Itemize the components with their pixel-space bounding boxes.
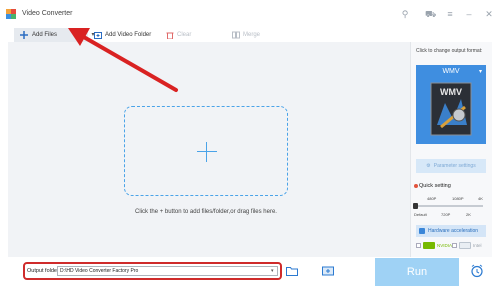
format-panel-label: Click to change output format: [416,48,483,54]
svg-text:WMV: WMV [440,87,462,97]
tick-label: 720P [441,212,451,217]
checkbox-icon [419,228,425,234]
merge-icon [232,31,240,39]
parameter-settings-label: Parameter settings [433,163,476,169]
hardware-acceleration-label: Hardware acceleration [428,228,479,234]
alarm-clock-icon[interactable] [470,264,484,278]
add-plus-icon [197,151,217,152]
intel-option[interactable]: Intel [452,240,482,251]
key-icon[interactable]: ⚲ [400,9,410,19]
quick-setting-indicator [414,184,418,188]
checkbox[interactable] [452,243,457,248]
tick-label: 4K [478,196,483,201]
chevron-down-icon[interactable]: ▾ [271,268,274,274]
intel-logo-icon [459,242,471,249]
checkbox[interactable] [416,243,421,248]
drop-hint-text: Click the + button to add files/folder,o… [135,209,277,215]
nvidia-logo-icon [423,242,435,249]
parameter-settings-button[interactable]: ⚙ Parameter settings [416,159,486,173]
nvidia-label: NVIDIA [437,243,453,248]
quick-setting-title: Quick setting [419,183,451,189]
minimize-icon[interactable]: – [464,9,474,19]
close-icon[interactable]: ✕ [484,9,494,19]
output-folder-select[interactable]: D:\HD Video Converter Factory Pro [57,266,278,276]
nvidia-option[interactable]: NVIDIA [416,240,452,251]
tick-label: 480P [427,196,437,201]
merge-label: Merge [243,32,261,38]
quality-slider[interactable] [417,205,483,207]
run-button[interactable]: Run [375,258,459,286]
shopping-cart-icon[interactable]: ⛟ [425,9,436,19]
intel-label: Intel [473,243,482,248]
tick-label: 1080P [452,196,464,201]
sliders-icon: ⚙ [426,163,431,169]
output-folder-label: Output folder: [27,268,61,274]
menu-icon[interactable]: ≡ [445,9,455,19]
tick-label: Default [414,212,427,217]
merge-button[interactable]: Merge [232,28,260,42]
app-logo-icon [6,9,16,19]
format-name: WMV [442,68,460,75]
tick-label: 2K [466,212,471,217]
annotation-arrow [68,28,178,92]
wmv-format-icon: WMV [430,82,472,136]
chevron-down-icon: ▾ [478,69,482,75]
browse-folder-icon[interactable] [322,266,334,276]
drop-zone[interactable] [124,106,288,196]
app-title: Video Converter [22,10,73,17]
quality-slider-handle[interactable] [413,203,418,209]
open-folder-icon[interactable] [286,266,298,276]
plus-icon [20,31,28,39]
hardware-acceleration-toggle[interactable]: Hardware acceleration [416,225,486,237]
add-files-label: Add Files [32,32,58,38]
output-format-selector[interactable]: WMV ▾ WMV [416,65,486,144]
